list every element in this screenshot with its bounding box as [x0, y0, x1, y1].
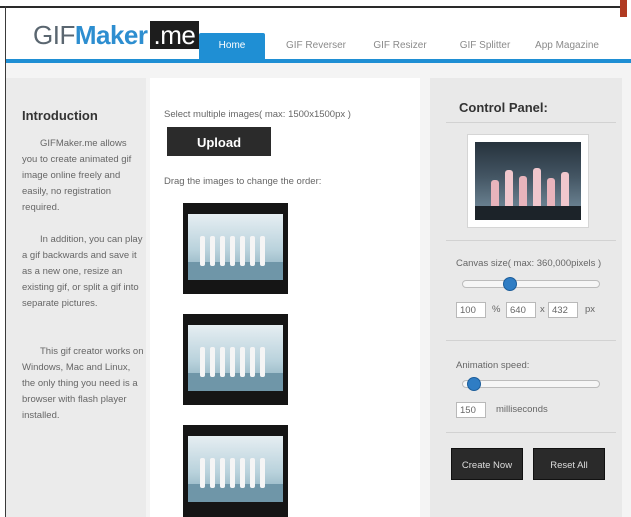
logo-me: .me — [149, 21, 200, 49]
top-border — [0, 6, 622, 8]
milliseconds-unit: milliseconds — [496, 404, 548, 415]
animation-speed-label: Animation speed: — [456, 360, 530, 371]
divider — [446, 432, 616, 433]
percent-unit: % — [492, 304, 501, 315]
page-frame: GIFMaker .me Home GIF Reverser GIF Resize… — [0, 0, 631, 517]
slider-handle[interactable] — [503, 277, 517, 291]
image-thumbnail-1[interactable] — [183, 203, 288, 294]
drag-order-label: Drag the images to change the order: — [164, 176, 322, 187]
canvas-size-label: Canvas size( max: 360,000pixels ) — [456, 258, 602, 269]
control-panel-title: Control Panel: — [459, 100, 548, 115]
slider-handle[interactable] — [467, 377, 481, 391]
image-thumbnail-3[interactable] — [183, 425, 288, 517]
thumbnail-photo — [188, 214, 283, 280]
nav-app-magazine[interactable]: App Magazine — [527, 33, 607, 59]
preview-image — [475, 142, 581, 220]
corner-mark — [620, 0, 627, 17]
intro-paragraph-1: GIFMaker.me allows you to create animate… — [22, 136, 144, 216]
nav-home[interactable]: Home — [199, 33, 265, 59]
logo-maker: Maker — [74, 20, 148, 50]
speed-input[interactable]: 150 — [456, 402, 486, 418]
image-thumbnail-2[interactable] — [183, 314, 288, 405]
divider — [446, 340, 616, 341]
select-images-label: Select multiple images( max: 1500x1500px… — [164, 109, 351, 120]
thumbnail-photo — [188, 436, 283, 502]
intro-title: Introduction — [22, 108, 98, 123]
create-now-button[interactable]: Create Now — [451, 448, 523, 480]
logo-gif: GIF — [33, 20, 75, 50]
intro-paragraph-2: In addition, you can play a gif backward… — [22, 232, 144, 312]
intro-paragraph-2-text: In addition, you can play a gif backward… — [22, 234, 143, 309]
nav-gif-reverser[interactable]: GIF Reverser — [273, 33, 359, 59]
upload-images-button[interactable]: Upload Images — [167, 127, 271, 179]
thumbnail-photo — [188, 325, 283, 391]
height-input[interactable]: 432 — [548, 302, 578, 318]
animation-speed-slider[interactable] — [462, 377, 600, 391]
divider — [446, 240, 616, 241]
intro-paragraph-1-text: GIFMaker.me allows you to create animate… — [22, 138, 132, 213]
x-separator: x — [540, 304, 545, 315]
gif-preview — [467, 134, 589, 228]
px-unit: px — [585, 304, 596, 315]
width-input[interactable]: 640 — [506, 302, 536, 318]
reset-all-button[interactable]: Reset All — [533, 448, 605, 480]
intro-paragraph-3: This gif creator works on Windows, Mac a… — [22, 344, 144, 424]
intro-paragraph-3-text: This gif creator works on Windows, Mac a… — [22, 346, 144, 421]
canvas-size-slider[interactable] — [462, 277, 600, 291]
divider — [446, 122, 616, 123]
nav-gif-splitter[interactable]: GIF Splitter — [449, 33, 521, 59]
site-logo[interactable]: GIFMaker .me — [33, 20, 200, 51]
scale-input[interactable]: 100 — [456, 302, 486, 318]
main-nav: Home GIF Reverser GIF Resizer GIF Splitt… — [199, 33, 607, 59]
nav-gif-resizer[interactable]: GIF Resizer — [365, 33, 435, 59]
